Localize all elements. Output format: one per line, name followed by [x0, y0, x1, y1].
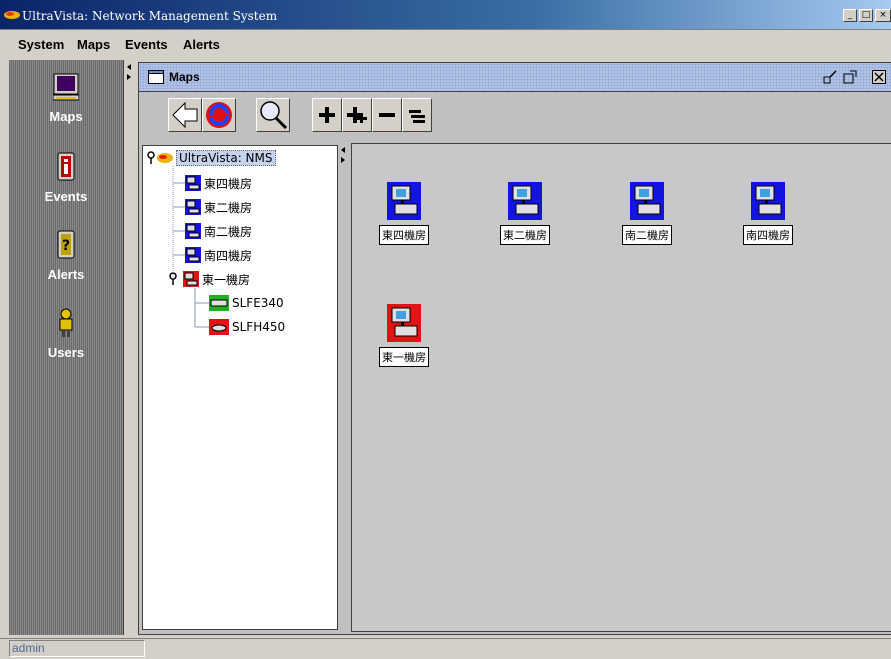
sidebar-splitter[interactable]: [124, 60, 134, 635]
status-user: admin: [9, 640, 145, 657]
info-icon: [57, 152, 75, 181]
map-tree: UltraVista: NMS 東四機房 東二機房 南二機房 南四機房 東一機房…: [142, 145, 338, 630]
sidebar-item-events[interactable]: Events: [9, 152, 123, 204]
maps-window-title: Maps: [169, 70, 200, 84]
expand-icon: [347, 107, 367, 123]
refresh-button[interactable]: [202, 98, 236, 132]
network-node-alarm-icon: [387, 304, 421, 342]
maps-window-title-bar: Maps: [139, 63, 891, 92]
map-node[interactable]: 南四機房: [736, 182, 800, 245]
map-node[interactable]: 東四機房: [372, 182, 436, 245]
zoom-in-icon: [319, 107, 335, 123]
zoom-out-icon: [379, 113, 395, 117]
map-node-label: 東一機房: [379, 347, 429, 367]
collapse-icon: [409, 110, 425, 123]
window-icon: [148, 70, 164, 84]
menu-events[interactable]: Events: [125, 37, 168, 52]
sidebar: Maps Events ? Alerts Users: [9, 60, 124, 635]
sidebar-item-label: Users: [47, 345, 85, 360]
network-node-icon: [751, 182, 785, 220]
menu-system[interactable]: System: [18, 37, 64, 52]
sidebar-item-users[interactable]: Users: [9, 308, 123, 360]
close-frame-icon[interactable]: [872, 70, 886, 84]
map-node-label: 南四機房: [743, 225, 793, 245]
tree-splitter[interactable]: [338, 145, 348, 630]
expand-button[interactable]: [342, 98, 372, 132]
title-bar: UltraVista: Network Management System _ …: [0, 0, 891, 30]
close-icon[interactable]: ×: [875, 9, 891, 22]
window-title: UltraVista: Network Management System: [22, 9, 278, 23]
sidebar-item-alerts[interactable]: ? Alerts: [9, 230, 123, 282]
status-bar: admin: [0, 638, 891, 659]
user-icon: [59, 308, 73, 337]
collapse-arrows-icon[interactable]: [126, 64, 132, 80]
minimize-icon[interactable]: _: [843, 9, 857, 22]
tree-lines: [172, 166, 209, 328]
map-node[interactable]: 南二機房: [615, 182, 679, 245]
sidebar-item-label: Maps: [49, 109, 83, 124]
map-node-label: 東四機房: [379, 225, 429, 245]
maximize-icon[interactable]: □: [859, 9, 873, 22]
svg-text:?: ?: [62, 238, 70, 254]
map-canvas: 東四機房 東二機房 南二機房 南四機房 東一機房: [351, 143, 891, 632]
map-node-label: 東二機房: [500, 225, 550, 245]
collapse-arrows-icon[interactable]: [340, 147, 346, 163]
sidebar-item-maps[interactable]: Maps: [9, 72, 123, 124]
monitor-icon: [52, 73, 80, 101]
network-node-icon: [508, 182, 542, 220]
zoom-in-button[interactable]: [312, 98, 342, 132]
zoom-out-button[interactable]: [372, 98, 402, 132]
question-icon: ?: [57, 230, 75, 259]
sidebar-item-label: Alerts: [47, 267, 85, 282]
menu-maps[interactable]: Maps: [77, 37, 110, 52]
map-node[interactable]: 東二機房: [493, 182, 557, 245]
map-node[interactable]: 東一機房: [372, 304, 436, 367]
search-button[interactable]: [256, 98, 290, 132]
menu-alerts[interactable]: Alerts: [183, 37, 220, 52]
back-arrow-icon: [172, 101, 198, 129]
app-logo-icon: [4, 11, 20, 19]
refresh-icon: [206, 102, 232, 128]
menu-bar: System Maps Events Alerts: [0, 30, 891, 58]
network-node-icon: [630, 182, 664, 220]
back-button[interactable]: [168, 98, 202, 132]
sidebar-item-label: Events: [44, 189, 88, 204]
collapse-button[interactable]: [402, 98, 432, 132]
maximize-frame-icon[interactable]: [843, 70, 857, 84]
map-node-label: 南二機房: [622, 225, 672, 245]
search-icon: [260, 101, 288, 130]
minimize-frame-icon[interactable]: [823, 70, 837, 84]
network-node-icon: [387, 182, 421, 220]
maps-toolbar: [139, 92, 891, 136]
